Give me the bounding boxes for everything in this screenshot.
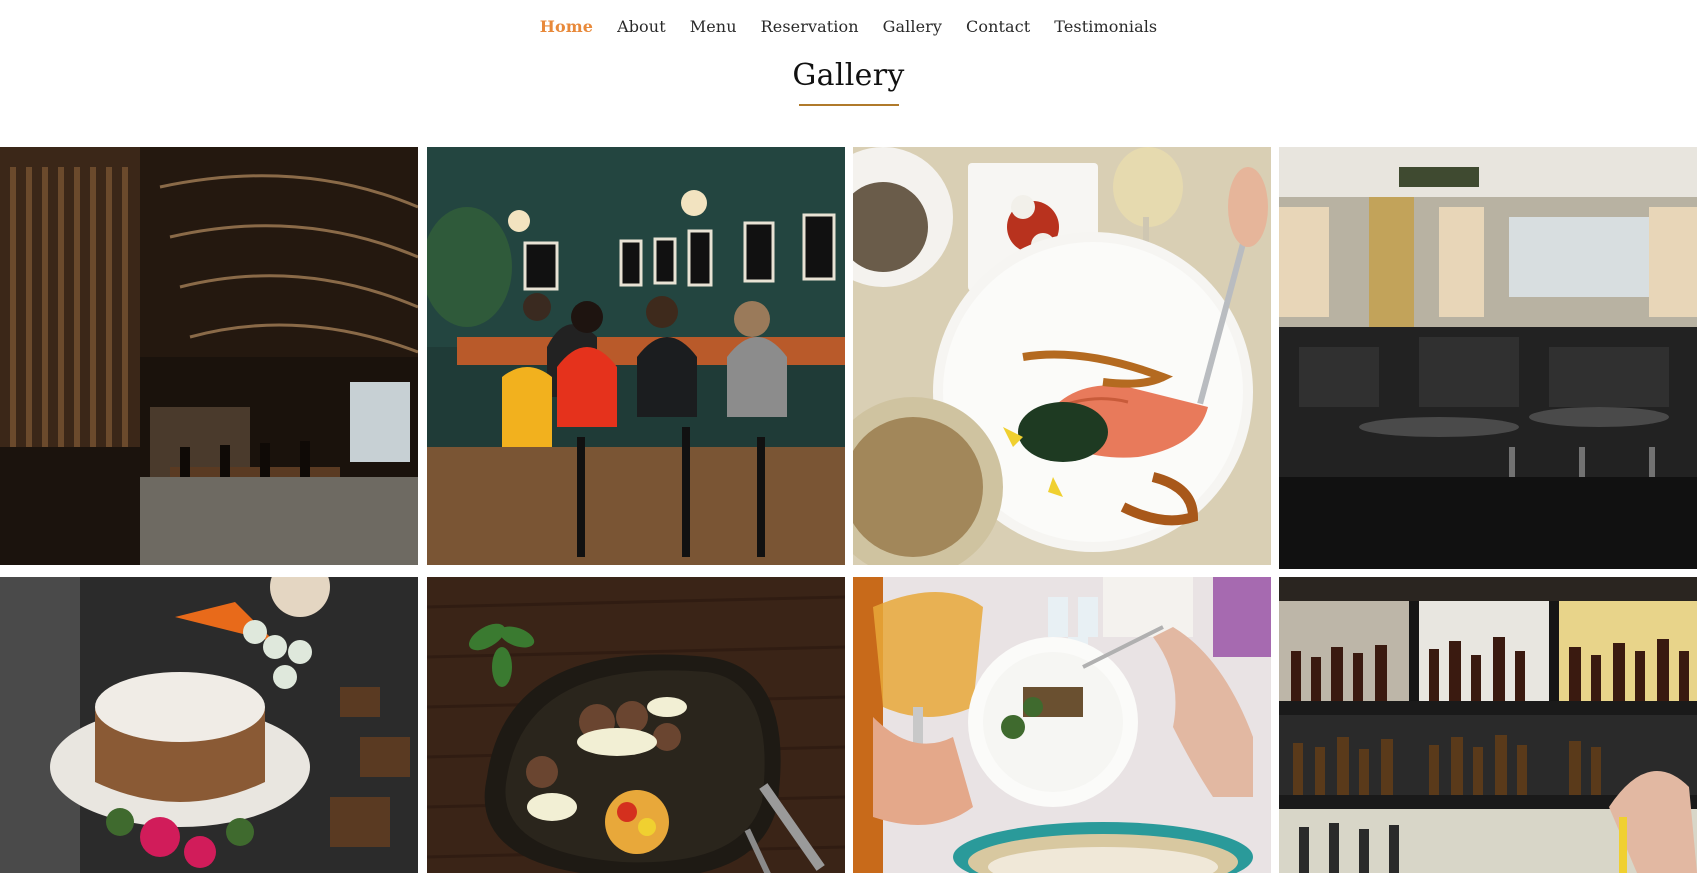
nav-menu[interactable]: Menu: [690, 17, 737, 36]
bar-photo: [1279, 577, 1697, 873]
gallery-image-meat-dish[interactable]: [427, 577, 845, 873]
gallery-image-cafe-friends[interactable]: [427, 147, 845, 565]
gallery-grid: [0, 147, 1697, 873]
nav-testimonials[interactable]: Testimonials: [1054, 17, 1157, 36]
nav-reservation[interactable]: Reservation: [761, 17, 859, 36]
meat-dish-photo: [427, 577, 845, 873]
gallery-image-dining-room[interactable]: [1279, 147, 1697, 569]
cake-photo: [0, 577, 418, 873]
salmon-plate-photo: [853, 147, 1271, 565]
dining-room-photo: [1279, 147, 1697, 569]
salad-wine-photo: [853, 577, 1271, 873]
nav-contact[interactable]: Contact: [966, 17, 1030, 36]
title-underline: [799, 104, 899, 106]
main-nav: Home About Menu Reservation Gallery Cont…: [0, 12, 1697, 40]
cafe-friends-photo: [427, 147, 845, 565]
nav-home[interactable]: Home: [540, 17, 593, 36]
gallery-image-salad-wine[interactable]: [853, 577, 1271, 873]
gallery-image-restaurant-interior[interactable]: [0, 147, 418, 565]
nav-gallery[interactable]: Gallery: [883, 17, 942, 36]
nav-about[interactable]: About: [617, 17, 666, 36]
gallery-image-cake[interactable]: [0, 577, 418, 873]
gallery-image-salmon-plate[interactable]: [853, 147, 1271, 565]
restaurant-interior-photo: [0, 147, 418, 565]
gallery-image-bar[interactable]: [1279, 577, 1697, 873]
section-title: Gallery: [792, 58, 905, 93]
